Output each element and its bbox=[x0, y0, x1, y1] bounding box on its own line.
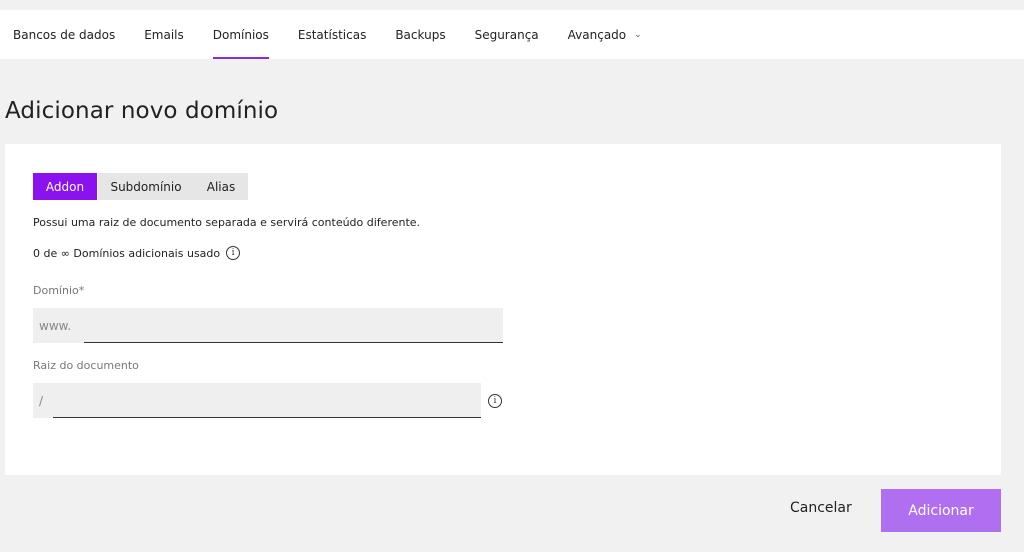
tab-alias[interactable]: Alias bbox=[194, 173, 248, 200]
domain-input-underline bbox=[84, 342, 503, 343]
domain-usage: 0 de ∞ Domínios adicionais usado i bbox=[33, 246, 241, 260]
docroot-info-icon[interactable]: i bbox=[488, 394, 502, 408]
domain-field: www. bbox=[33, 308, 503, 343]
nav-item-domains[interactable]: Domínios bbox=[212, 10, 270, 59]
docroot-field: / bbox=[33, 383, 481, 418]
nav-item-databases[interactable]: Bancos de dados bbox=[13, 10, 115, 59]
info-icon[interactable]: i bbox=[226, 246, 241, 260]
chevron-down-icon: ⌄ bbox=[634, 29, 642, 40]
domain-type-tabs: Addon Subdomínio Alias bbox=[33, 173, 248, 200]
domain-usage-text: 0 de ∞ Domínios adicionais usado bbox=[33, 246, 221, 260]
nav-item-emails[interactable]: Emails bbox=[144, 10, 184, 59]
nav-item-security[interactable]: Segurança bbox=[475, 10, 539, 59]
docroot-field-label: Raiz do documento bbox=[33, 359, 139, 372]
tab-description: Possui uma raiz de documento separada e … bbox=[33, 216, 421, 229]
docroot-input[interactable] bbox=[53, 383, 481, 418]
tab-addon[interactable]: Addon bbox=[33, 173, 97, 200]
top-strip bbox=[0, 0, 1024, 10]
cancel-button[interactable]: Cancelar bbox=[790, 500, 852, 516]
top-navigation: Bancos de dados Emails Domínios Estatíst… bbox=[0, 10, 1024, 59]
nav-item-statistics[interactable]: Estatísticas bbox=[298, 10, 366, 59]
domain-input[interactable] bbox=[84, 308, 503, 343]
domain-prefix: www. bbox=[39, 318, 72, 333]
nav-item-backups[interactable]: Backups bbox=[395, 10, 445, 59]
docroot-input-underline bbox=[53, 417, 481, 418]
nav-item-advanced-label: Avançado bbox=[567, 27, 627, 42]
nav-item-advanced[interactable]: Avançado ⌄ bbox=[568, 10, 642, 59]
tab-subdomain[interactable]: Subdomínio bbox=[98, 173, 194, 200]
add-button[interactable]: Adicionar bbox=[881, 489, 1001, 532]
domain-field-label: Domínio* bbox=[33, 284, 85, 297]
add-domain-card: Addon Subdomínio Alias Possui uma raiz d… bbox=[5, 144, 1001, 475]
page-title: Adicionar novo domínio bbox=[5, 98, 279, 124]
docroot-prefix: / bbox=[39, 393, 44, 408]
